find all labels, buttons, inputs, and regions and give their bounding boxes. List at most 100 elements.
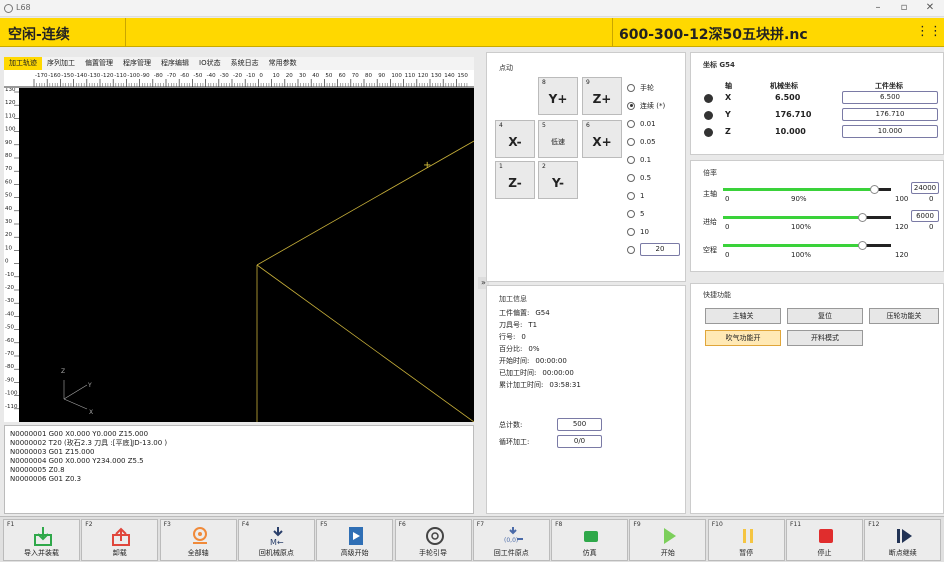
gcode-listing[interactable]: N0000001 G00 X0.000 Y0.000 Z15.000 N00000… (4, 425, 474, 514)
gcode-line[interactable]: N0000004 G00 X0.000 Y234.000 Z5.5 (10, 457, 468, 466)
tab-7[interactable]: 常用参数 (264, 57, 302, 70)
axis-lock-icon[interactable] (704, 111, 713, 120)
coordinates-panel: 坐标 G54 轴 机械坐标 工件坐标 X 6.500 6.500 Y 176.710 17… (690, 52, 944, 155)
rate-current: 120 (895, 251, 909, 259)
jog-z-plus-button[interactable]: 9 Z+ (582, 77, 622, 115)
tab-4[interactable]: 程序编辑 (156, 57, 194, 70)
jog-y-plus-button[interactable]: 8 Y+ (538, 77, 578, 115)
radio-icon[interactable] (627, 101, 635, 110)
fkey-number: F10 (711, 521, 723, 528)
axis-lock-icon[interactable] (704, 94, 713, 103)
fkey-f9[interactable]: F9 开始 (629, 519, 707, 561)
rate-slider-knob[interactable] (858, 241, 868, 250)
window-title: L68 (16, 3, 31, 12)
rate-label: 空程 (703, 246, 717, 254)
gcode-line[interactable]: N0000005 Z0.8 (10, 466, 468, 475)
fkey-f11[interactable]: F11 停止 (786, 519, 863, 561)
gcode-line[interactable]: N0000003 G01 Z15.000 (10, 448, 468, 457)
radio-icon[interactable] (627, 83, 635, 92)
tab-2[interactable]: 偏置管理 (80, 57, 118, 70)
radio-icon[interactable] (627, 227, 635, 236)
fkey-f7[interactable]: F7 (0,0) 回工件原点 (472, 519, 550, 561)
fkey-number: F4 (241, 521, 250, 528)
work-coord-field[interactable]: 10.000 (842, 125, 938, 138)
tab-1[interactable]: 序列加工 (42, 57, 80, 70)
tab-5[interactable]: IO状态 (194, 57, 226, 70)
minimize-icon[interactable]: – (870, 2, 886, 14)
ruler-x-label: 30 (299, 73, 306, 79)
status-header: 空闲-连续 600-300-12深50五块拼.nc ⋮⋮ (0, 18, 944, 47)
fkey-f6[interactable]: F6 手轮引导 (394, 519, 472, 561)
fkey-f1[interactable]: F1 导入并装载 (3, 519, 80, 561)
cycle-field[interactable]: 0/0 (557, 435, 602, 448)
jog-mode-option[interactable]: 0.5 (627, 170, 680, 185)
radio-icon[interactable] (627, 137, 635, 146)
gcode-line[interactable]: N0000002 T20 (玫石2.3 刀具 :[平底]JD-13.00 ) (10, 439, 468, 448)
jog-mode-option[interactable]: 0.05 (627, 134, 680, 149)
fkey-f8[interactable]: F8 仿真 (551, 519, 629, 561)
axis-z-label: Z (61, 368, 65, 375)
rate-setpoint-field[interactable]: 24000 (911, 182, 939, 194)
toolpath-canvas[interactable]: 130 120 110 100 90 80 70 60 50 40 30 20 10 0 -10 -20 -30… (4, 88, 474, 422)
reset-button[interactable]: 复位 (787, 308, 863, 324)
jog-mode-option[interactable]: 连续 (*) (627, 98, 680, 113)
rate-slider-track[interactable] (723, 216, 863, 219)
press-wheel-off-button[interactable]: 压轮功能关 (869, 308, 939, 324)
gcode-line[interactable]: N0000001 G00 X0.000 Y0.000 Z15.000 (10, 430, 468, 439)
air-blow-on-button[interactable]: 吹气功能开 (705, 330, 781, 346)
resume-icon (893, 526, 915, 546)
total-count-field[interactable]: 500 (557, 418, 602, 431)
grid-icon[interactable]: ⋮⋮ (916, 23, 942, 41)
rate-slider-track[interactable] (723, 244, 863, 247)
axis-lock-icon[interactable] (704, 128, 713, 137)
jog-custom-step-option[interactable]: 20 (627, 242, 680, 257)
fkey-f5[interactable]: F5 高级开始 (316, 519, 394, 561)
spindle-off-button[interactable]: 主轴关 (705, 308, 781, 324)
ruler-y-label: -90 (5, 377, 14, 383)
jog-mode-option[interactable]: 1 (627, 188, 680, 203)
jog-mode-option[interactable]: 10 (627, 224, 680, 239)
fkey-f3[interactable]: F3 全部轴 (159, 519, 237, 561)
rate-slider-knob[interactable] (870, 185, 880, 194)
custom-step-field[interactable]: 20 (640, 243, 680, 256)
jog-y-minus-button[interactable]: 2 Y- (538, 161, 578, 199)
radio-icon[interactable] (627, 191, 635, 200)
tab-3[interactable]: 程序管理 (118, 57, 156, 70)
fkey-f12[interactable]: F12 断点继续 (864, 519, 942, 561)
ruler-y-label: 80 (5, 153, 12, 159)
tab-6[interactable]: 系统日志 (226, 57, 264, 70)
jog-x-plus-button[interactable]: 6 X+ (582, 120, 622, 158)
tab-0[interactable]: 加工轨迹 (4, 57, 42, 70)
gcode-line[interactable]: N0000006 G01 Z0.3 (10, 475, 468, 484)
ruler-y-label: 70 (5, 166, 12, 172)
fkey-f2[interactable]: F2 卸载 (81, 519, 159, 561)
jog-z-minus-button[interactable]: 1 Z- (495, 161, 535, 199)
fkey-f4[interactable]: F4 M← 回机械原点 (237, 519, 315, 561)
header-divider (612, 18, 613, 47)
jog-mode-option[interactable]: 手轮 (627, 80, 680, 95)
radio-icon[interactable] (627, 155, 635, 164)
radio-icon[interactable] (627, 119, 635, 128)
rate-setpoint-field[interactable]: 6000 (911, 210, 939, 222)
jog-mode-option[interactable]: 5 (627, 206, 680, 221)
jog-low-speed-button[interactable]: 5 低速 (538, 120, 578, 158)
maximize-icon[interactable]: ▫ (896, 2, 912, 14)
radio-icon[interactable] (627, 209, 635, 218)
jog-mode-option[interactable]: 0.1 (627, 152, 680, 167)
work-coord-field[interactable]: 176.710 (842, 108, 938, 121)
jog-x-minus-button[interactable]: 4 X- (495, 120, 535, 158)
ruler-x-label: 80 (365, 73, 372, 79)
cutting-mode-button[interactable]: 开料模式 (787, 330, 863, 346)
radio-icon[interactable] (627, 245, 635, 254)
fkey-label: 高级开始 (340, 549, 369, 557)
rate-slider-track[interactable] (723, 188, 875, 191)
close-icon[interactable]: ✕ (922, 2, 938, 14)
ruler-x-label: -160 (48, 73, 61, 79)
radio-icon[interactable] (627, 173, 635, 182)
jog-mode-option[interactable]: 0.01 (627, 116, 680, 131)
rate-slider-knob[interactable] (858, 213, 868, 222)
header-divider (125, 18, 126, 47)
info-label: 已加工时间: (499, 369, 537, 377)
work-coord-field[interactable]: 6.500 (842, 91, 938, 104)
fkey-f10[interactable]: F10 暂停 (707, 519, 785, 561)
